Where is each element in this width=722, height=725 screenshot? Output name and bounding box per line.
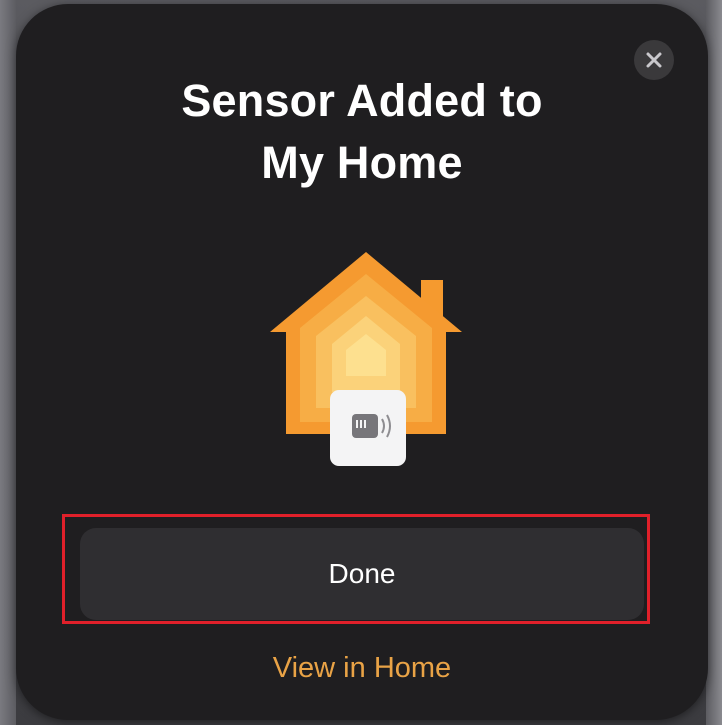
page-title: Sensor Added to My Home	[16, 70, 708, 194]
accessory-added-sheet: Sensor Added to My Home Done View in Hom…	[16, 4, 708, 720]
done-button[interactable]: Done	[80, 528, 644, 620]
done-button-label: Done	[328, 558, 396, 589]
title-line-2: My Home	[261, 137, 463, 188]
background-edge-right	[706, 0, 722, 725]
view-in-home-link[interactable]: View in Home	[16, 652, 708, 685]
home-with-sensor-icon	[270, 252, 462, 466]
close-icon	[646, 52, 662, 68]
title-line-1: Sensor Added to	[181, 75, 543, 126]
background-edge-left	[0, 0, 16, 725]
